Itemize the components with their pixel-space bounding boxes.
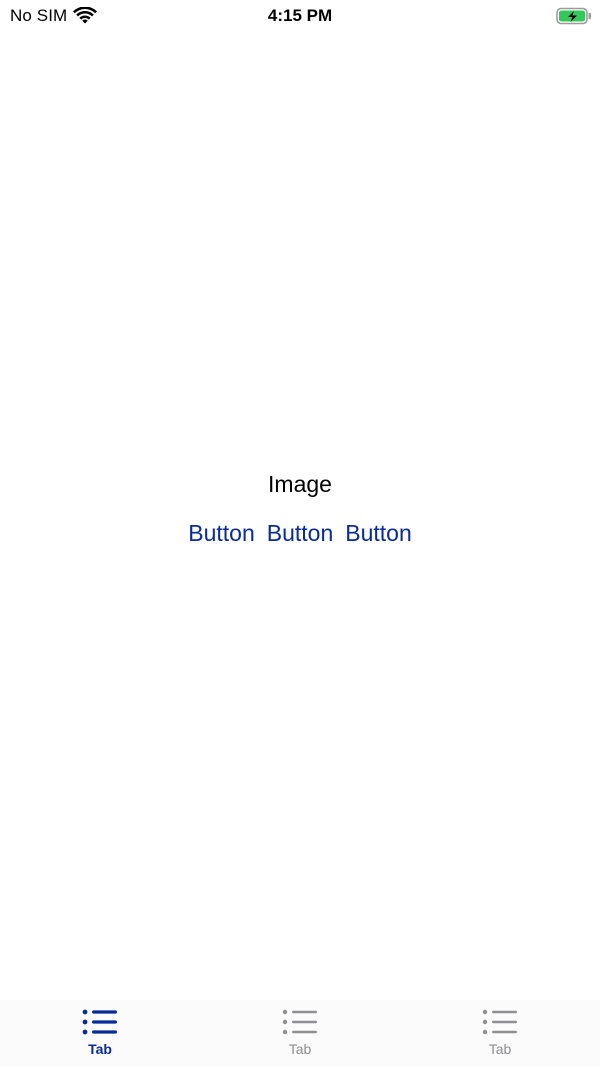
wifi-icon: [73, 7, 98, 24]
status-bar: No SIM 4:15 PM: [0, 0, 600, 32]
tab-2[interactable]: Tab: [200, 1000, 400, 1067]
button-2[interactable]: Button: [267, 518, 334, 548]
tab-bar: Tab Tab Tab: [0, 1000, 600, 1067]
tab-3[interactable]: Tab: [400, 1000, 600, 1067]
button-3[interactable]: Button: [345, 518, 412, 548]
list-icon: [482, 1009, 517, 1035]
image-placeholder: Image: [268, 471, 332, 497]
button-row: Button Button Button: [188, 518, 412, 548]
battery-charging-icon: [556, 7, 591, 25]
tab-1-label: Tab: [88, 1041, 112, 1057]
tab-2-label: Tab: [288, 1041, 312, 1057]
tab-1[interactable]: Tab: [0, 1000, 200, 1067]
status-left: No SIM: [10, 6, 98, 26]
tab-3-label: Tab: [488, 1041, 512, 1057]
app-screen: No SIM 4:15 PM Image Button Button Butto…: [0, 0, 600, 1067]
carrier-label: No SIM: [10, 6, 68, 25]
list-icon: [82, 1009, 117, 1035]
main-content: Image Button Button Button: [0, 460, 600, 548]
button-1[interactable]: Button: [188, 518, 255, 548]
list-icon: [282, 1009, 317, 1035]
status-right: [556, 7, 592, 25]
